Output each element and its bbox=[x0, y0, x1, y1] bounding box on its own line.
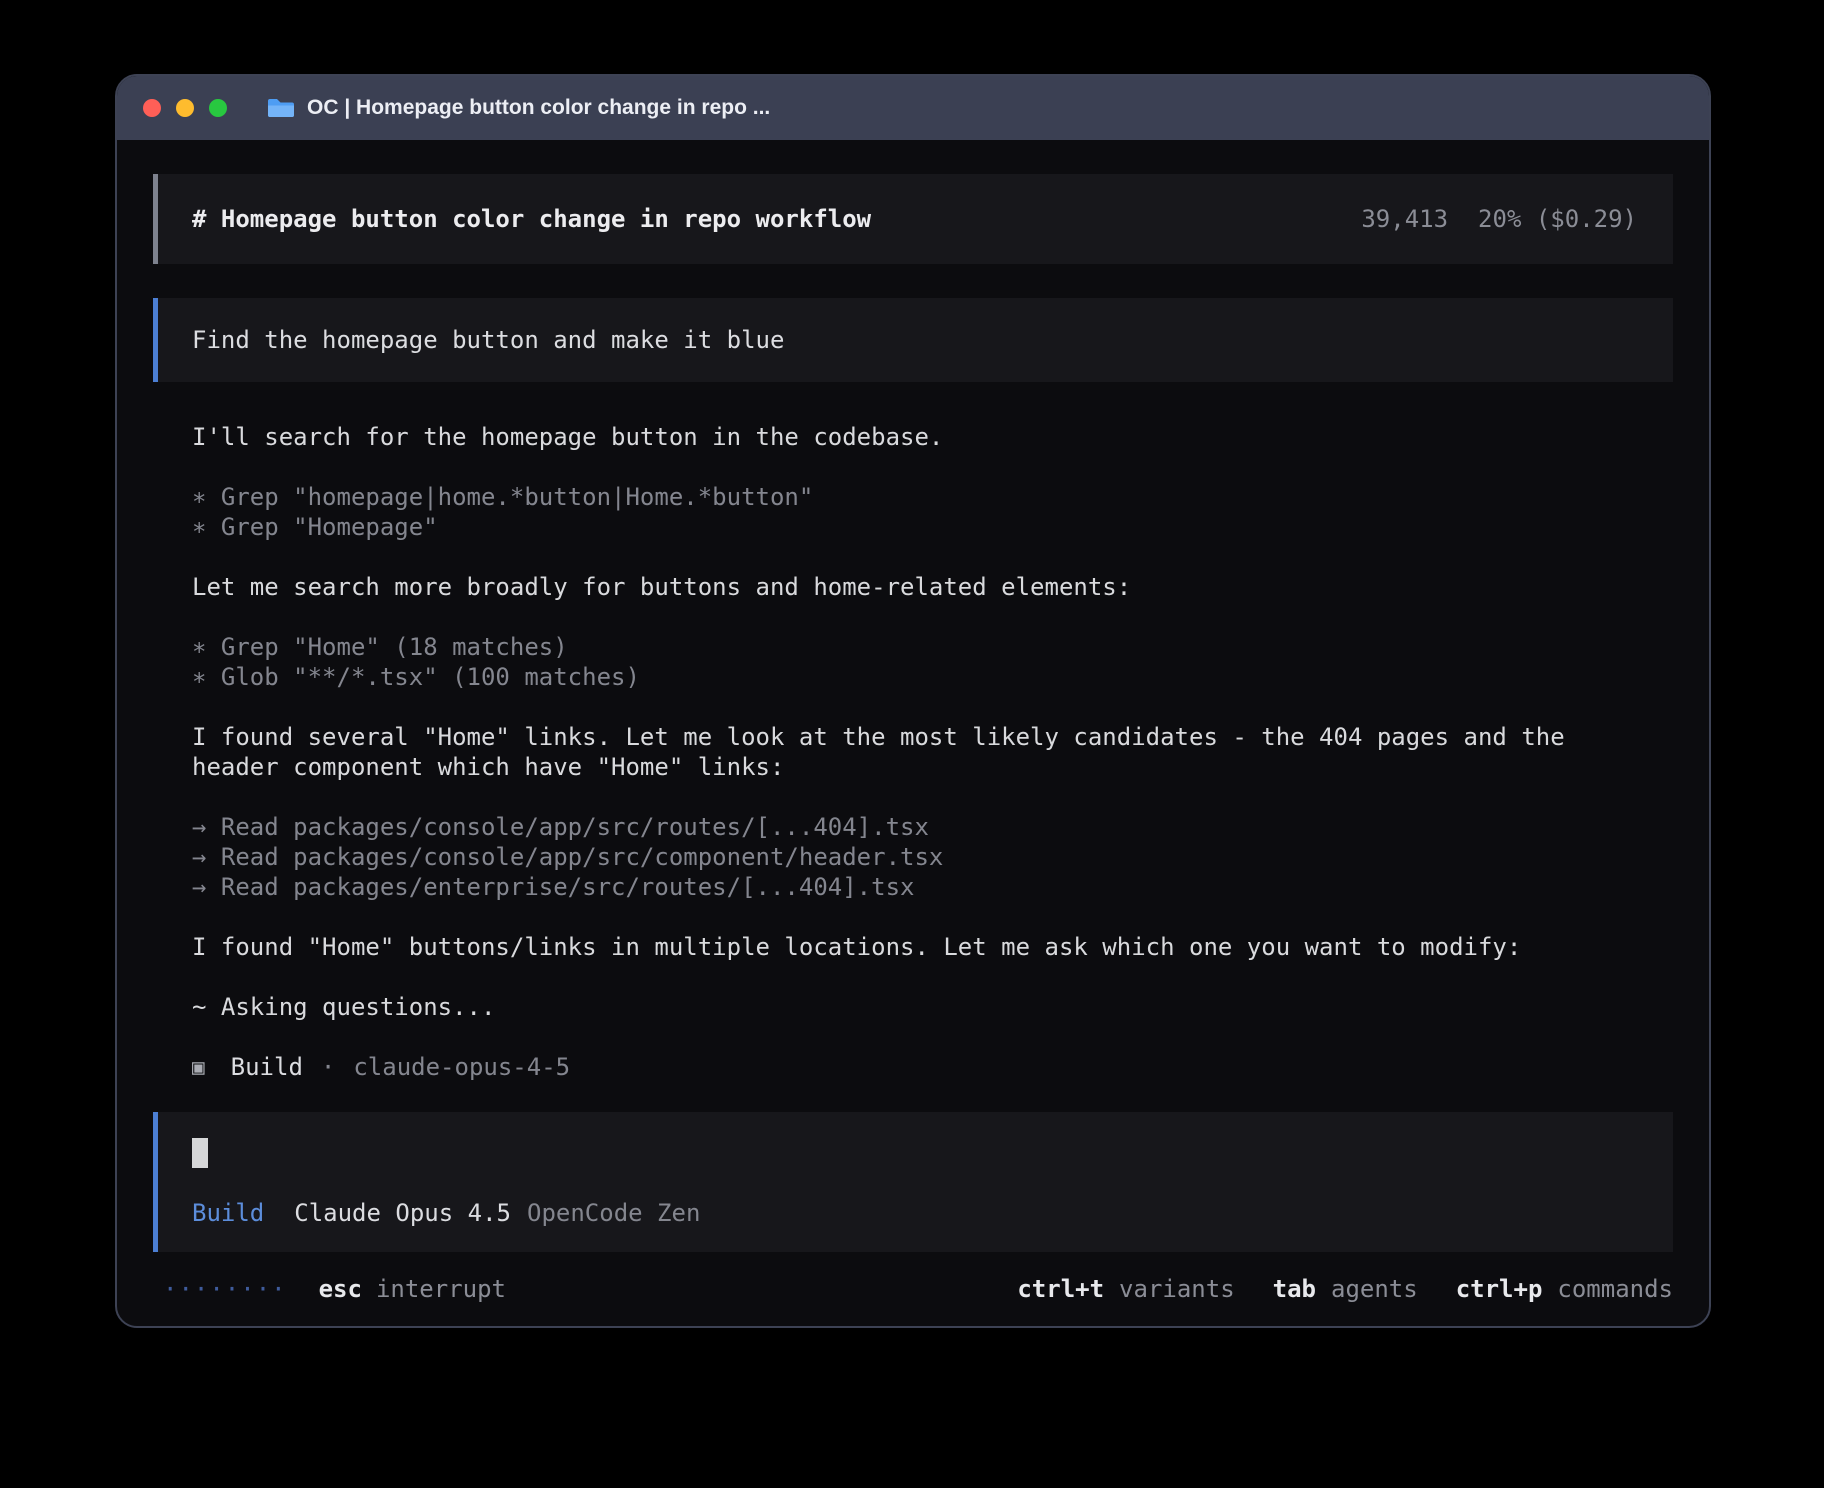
close-button[interactable] bbox=[143, 99, 161, 117]
window-controls bbox=[143, 99, 227, 117]
assistant-message: I found several "Home" links. Let me loo… bbox=[192, 722, 1673, 782]
tool-call-line: ∗ Glob "**/*.tsx" (100 matches) bbox=[192, 662, 1673, 692]
agent-icon: ▣ bbox=[192, 1052, 205, 1082]
user-message-text: Find the homepage button and make it blu… bbox=[192, 326, 784, 354]
assistant-message: Let me search more broadly for buttons a… bbox=[192, 572, 1673, 602]
folder-icon bbox=[267, 97, 295, 119]
title-group: OC | Homepage button color change in rep… bbox=[267, 96, 770, 120]
assistant-message: I'll search for the homepage button in t… bbox=[192, 422, 1673, 452]
shortcut-label: agents bbox=[1331, 1275, 1418, 1303]
assistant-text-line: header component which have "Home" links… bbox=[192, 752, 1673, 782]
assistant-text-line: Let me search more broadly for buttons a… bbox=[192, 572, 1673, 602]
input-model-label: Claude Opus 4.5 bbox=[294, 1198, 511, 1228]
session-title: # Homepage button color change in repo w… bbox=[192, 205, 871, 233]
assistant-text-line: I found "Home" buttons/links in multiple… bbox=[192, 932, 1673, 962]
assistant-status-message: ~ Asking questions... bbox=[192, 992, 1673, 1022]
prompt-input[interactable]: Build Claude Opus 4.5 OpenCode Zen bbox=[153, 1112, 1673, 1252]
terminal-window: OC | Homepage button color change in rep… bbox=[115, 74, 1711, 1328]
window-title: OC | Homepage button color change in rep… bbox=[307, 96, 770, 120]
agent-status: ▣ Build · claude-opus-4-5 bbox=[153, 1052, 1673, 1082]
minimize-button[interactable] bbox=[176, 99, 194, 117]
status-bar-right: ctrl+t variants tab agents ctrl+p comman… bbox=[1017, 1275, 1673, 1303]
tool-call-line: → Read packages/console/app/src/componen… bbox=[192, 842, 1673, 872]
esc-key-label: interrupt bbox=[376, 1275, 506, 1303]
tool-call-line: ∗ Grep "homepage|home.*button|Home.*butt… bbox=[192, 482, 1673, 512]
shortcut-label: variants bbox=[1119, 1275, 1235, 1303]
zoom-button[interactable] bbox=[209, 99, 227, 117]
tool-calls: ∗ Grep "Home" (18 matches) ∗ Glob "**/*.… bbox=[192, 632, 1673, 692]
status-bar: ········ esc interrupt ctrl+t variants t… bbox=[153, 1252, 1673, 1326]
tool-call-line: → Read packages/enterprise/src/routes/[.… bbox=[192, 872, 1673, 902]
titlebar: OC | Homepage button color change in rep… bbox=[117, 76, 1709, 140]
shortcut-key: ctrl+p bbox=[1456, 1275, 1543, 1303]
conversation: I'll search for the homepage button in t… bbox=[153, 382, 1673, 1052]
shortcut-agents: tab agents bbox=[1273, 1275, 1418, 1303]
assistant-message: I found "Home" buttons/links in multiple… bbox=[192, 932, 1673, 962]
shortcut-key: tab bbox=[1273, 1275, 1316, 1303]
tool-call-line: → Read packages/console/app/src/routes/[… bbox=[192, 812, 1673, 842]
session-header: # Homepage button color change in repo w… bbox=[153, 174, 1673, 264]
tool-calls: ∗ Grep "homepage|home.*button|Home.*butt… bbox=[192, 482, 1673, 542]
context-usage: 20% ($0.29) bbox=[1478, 205, 1637, 233]
model-name: claude-opus-4-5 bbox=[353, 1052, 570, 1082]
user-message: Find the homepage button and make it blu… bbox=[153, 298, 1673, 382]
token-count: 39,413 bbox=[1361, 205, 1448, 233]
spinner-icon: ········ bbox=[163, 1275, 287, 1303]
text-cursor bbox=[192, 1138, 208, 1168]
assistant-text-line: I'll search for the homepage button in t… bbox=[192, 422, 1673, 452]
shortcut-commands: ctrl+p commands bbox=[1456, 1275, 1673, 1303]
assistant-text-line: ~ Asking questions... bbox=[192, 992, 1673, 1022]
tool-call-line: ∗ Grep "Homepage" bbox=[192, 512, 1673, 542]
status-separator: · bbox=[321, 1052, 335, 1082]
agent-name: Build bbox=[231, 1052, 303, 1082]
shortcut-label: commands bbox=[1557, 1275, 1673, 1303]
session-stats: 39,413 20% ($0.29) bbox=[1361, 205, 1637, 233]
input-meta: Build Claude Opus 4.5 OpenCode Zen bbox=[192, 1198, 1639, 1228]
esc-key-hint: esc bbox=[319, 1275, 362, 1303]
input-agent-badge: Build bbox=[192, 1198, 264, 1228]
assistant-text-line: I found several "Home" links. Let me loo… bbox=[192, 722, 1673, 752]
terminal-content: # Homepage button color change in repo w… bbox=[117, 140, 1709, 1326]
shortcut-key: ctrl+t bbox=[1017, 1275, 1104, 1303]
shortcut-variants: ctrl+t variants bbox=[1017, 1275, 1234, 1303]
tool-calls: → Read packages/console/app/src/routes/[… bbox=[192, 812, 1673, 902]
status-bar-left: ········ esc interrupt bbox=[153, 1275, 506, 1303]
tool-call-line: ∗ Grep "Home" (18 matches) bbox=[192, 632, 1673, 662]
input-provider-label: OpenCode Zen bbox=[527, 1198, 700, 1228]
